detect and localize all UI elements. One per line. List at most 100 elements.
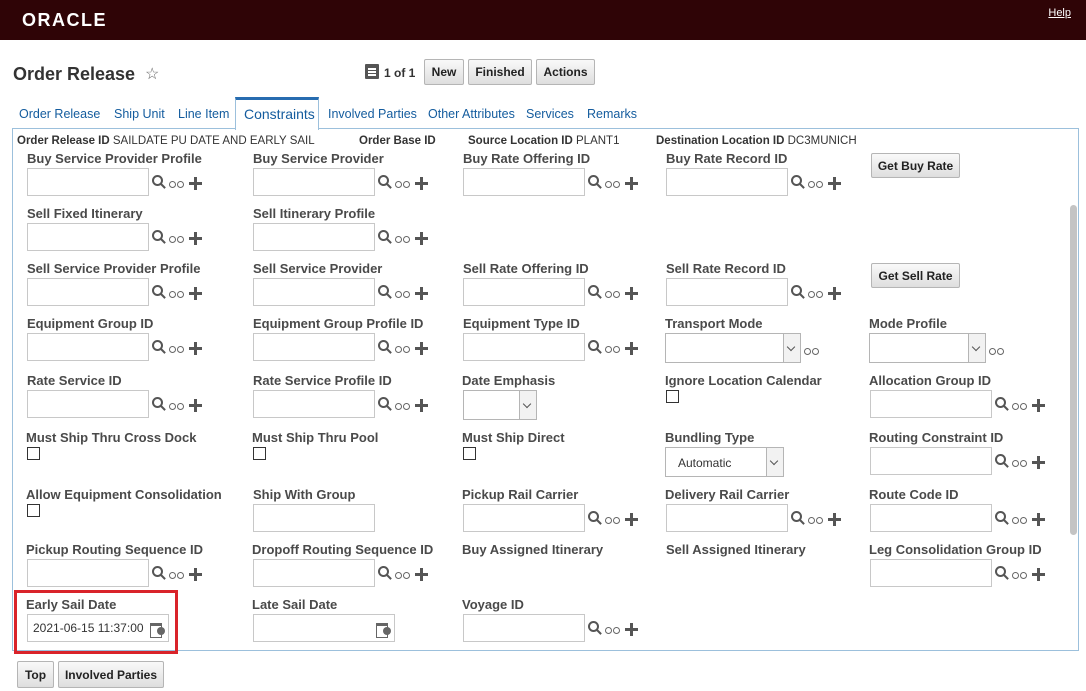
leg-consolidation-group-input[interactable] (870, 559, 992, 587)
search-icon[interactable] (995, 397, 1009, 411)
allow-equipment-consolidation-checkbox[interactable] (27, 504, 40, 517)
search-icon[interactable] (995, 454, 1009, 468)
search-icon[interactable] (588, 340, 602, 354)
search-icon[interactable] (995, 566, 1009, 580)
view-icon[interactable] (1012, 458, 1028, 467)
view-icon[interactable] (169, 234, 185, 243)
sell-fixed-itinerary-input[interactable] (27, 223, 149, 251)
add-icon[interactable] (828, 287, 841, 300)
tab-order-release[interactable]: Order Release (19, 107, 100, 121)
sell-sp-input[interactable] (253, 278, 375, 306)
add-icon[interactable] (625, 513, 638, 526)
search-icon[interactable] (152, 230, 166, 244)
tab-involved-parties[interactable]: Involved Parties (328, 107, 417, 121)
search-icon[interactable] (152, 340, 166, 354)
routing-constraint-input[interactable] (870, 447, 992, 475)
route-code-input[interactable] (870, 504, 992, 532)
add-icon[interactable] (1032, 568, 1045, 581)
top-button[interactable]: Top (17, 661, 54, 688)
search-icon[interactable] (791, 175, 805, 189)
transport-mode-select[interactable] (665, 333, 801, 363)
search-icon[interactable] (152, 566, 166, 580)
search-icon[interactable] (378, 340, 392, 354)
add-icon[interactable] (415, 399, 428, 412)
view-icon[interactable] (1012, 401, 1028, 410)
add-icon[interactable] (625, 287, 638, 300)
view-icon[interactable] (605, 625, 621, 634)
add-icon[interactable] (189, 177, 202, 190)
delivery-rail-carrier-input[interactable] (666, 504, 788, 532)
get-sell-rate-button[interactable]: Get Sell Rate (871, 263, 960, 288)
search-icon[interactable] (378, 397, 392, 411)
finished-button[interactable]: Finished (468, 59, 532, 85)
view-icon[interactable] (395, 179, 411, 188)
pickup-rail-carrier-input[interactable] (463, 504, 585, 532)
involved-parties-button[interactable]: Involved Parties (58, 661, 164, 688)
view-icon[interactable] (169, 289, 185, 298)
buy-sp-profile-input[interactable] (27, 168, 149, 196)
add-icon[interactable] (189, 342, 202, 355)
view-icon[interactable] (605, 179, 621, 188)
view-icon[interactable] (395, 234, 411, 243)
add-icon[interactable] (189, 568, 202, 581)
ship-with-group-input[interactable] (253, 504, 375, 532)
tab-other-attributes[interactable]: Other Attributes (428, 107, 515, 121)
view-icon[interactable] (804, 346, 820, 355)
new-button[interactable]: New (424, 59, 464, 85)
add-icon[interactable] (415, 342, 428, 355)
tab-constraints[interactable]: Constraints (235, 97, 319, 130)
get-buy-rate-button[interactable]: Get Buy Rate (871, 153, 960, 178)
allocation-group-input[interactable] (870, 390, 992, 418)
calendar-icon[interactable] (376, 621, 393, 638)
add-icon[interactable] (415, 177, 428, 190)
date-emphasis-select[interactable] (463, 390, 537, 420)
search-icon[interactable] (588, 511, 602, 525)
view-icon[interactable] (395, 344, 411, 353)
search-icon[interactable] (152, 175, 166, 189)
search-icon[interactable] (378, 285, 392, 299)
add-icon[interactable] (1032, 513, 1045, 526)
view-icon[interactable] (395, 401, 411, 410)
vertical-scrollbar[interactable] (1070, 205, 1077, 535)
must-ship-cross-dock-checkbox[interactable] (27, 447, 40, 460)
mode-profile-select[interactable] (869, 333, 986, 363)
view-icon[interactable] (169, 179, 185, 188)
buy-rate-offering-input[interactable] (463, 168, 585, 196)
view-icon[interactable] (395, 289, 411, 298)
tab-ship-unit[interactable]: Ship Unit (114, 107, 165, 121)
tab-remarks[interactable]: Remarks (587, 107, 637, 121)
add-icon[interactable] (189, 399, 202, 412)
calendar-icon[interactable] (150, 621, 167, 638)
early-sail-date-input[interactable] (27, 614, 169, 642)
tab-services[interactable]: Services (526, 107, 574, 121)
record-list-icon[interactable] (365, 64, 379, 79)
view-icon[interactable] (169, 570, 185, 579)
help-link[interactable]: Help (1048, 7, 1071, 19)
pickup-routing-sequence-input[interactable] (27, 559, 149, 587)
search-icon[interactable] (588, 285, 602, 299)
sell-rate-record-input[interactable] (666, 278, 788, 306)
add-icon[interactable] (828, 177, 841, 190)
buy-sp-input[interactable] (253, 168, 375, 196)
ignore-location-calendar-checkbox[interactable] (666, 390, 679, 403)
search-icon[interactable] (378, 175, 392, 189)
add-icon[interactable] (415, 287, 428, 300)
must-ship-direct-checkbox[interactable] (463, 447, 476, 460)
actions-button[interactable]: Actions (536, 59, 595, 85)
add-icon[interactable] (189, 287, 202, 300)
add-icon[interactable] (625, 177, 638, 190)
add-icon[interactable] (625, 342, 638, 355)
add-icon[interactable] (415, 568, 428, 581)
buy-rate-record-input[interactable] (666, 168, 788, 196)
search-icon[interactable] (378, 566, 392, 580)
add-icon[interactable] (189, 232, 202, 245)
search-icon[interactable] (588, 175, 602, 189)
view-icon[interactable] (1012, 515, 1028, 524)
search-icon[interactable] (995, 511, 1009, 525)
add-icon[interactable] (1032, 399, 1045, 412)
view-icon[interactable] (1012, 570, 1028, 579)
view-icon[interactable] (169, 401, 185, 410)
view-icon[interactable] (605, 515, 621, 524)
add-icon[interactable] (828, 513, 841, 526)
search-icon[interactable] (791, 511, 805, 525)
